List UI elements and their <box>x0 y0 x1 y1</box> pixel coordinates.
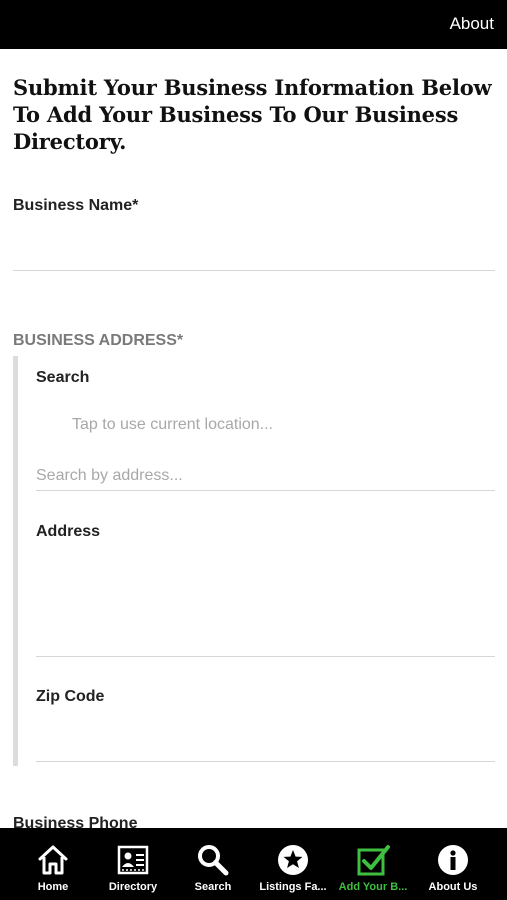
address-label: Address <box>36 523 101 540</box>
search-label: Search <box>36 369 90 386</box>
zip-code-label: Zip Code <box>36 688 105 705</box>
tab-add-your-business[interactable]: Add Your B... <box>333 828 413 900</box>
page-title: Submit Your Business Information Below T… <box>13 75 492 154</box>
form-scroll-area[interactable]: Submit Your Business Information Below T… <box>0 49 507 828</box>
search-icon <box>198 845 229 876</box>
business-address-section-title: BUSINESS ADDRESS* <box>13 332 184 349</box>
search-address-underline <box>36 490 495 491</box>
tab-directory-label: Directory <box>108 881 158 893</box>
checkbox-icon <box>357 845 390 876</box>
tab-about-us-label: About Us <box>428 881 478 893</box>
address-input[interactable] <box>36 545 495 655</box>
bottom-tab-bar: Home Directory Search Listings Fa... Add… <box>0 828 507 900</box>
tab-home-label: Home <box>37 881 69 893</box>
zip-code-underline <box>36 761 495 762</box>
tab-search[interactable]: Search <box>173 828 253 900</box>
business-phone-label: Business Phone <box>13 815 138 828</box>
business-name-label: Business Name* <box>13 197 139 214</box>
tab-add-your-business-label: Add Your B... <box>338 881 408 893</box>
tab-search-label: Search <box>194 881 232 893</box>
tab-directory[interactable]: Directory <box>93 828 173 900</box>
address-section-bar <box>13 356 18 766</box>
business-name-underline <box>13 270 495 271</box>
about-link[interactable]: About <box>450 14 494 34</box>
top-nav-bar: About <box>0 0 507 49</box>
zip-code-input[interactable] <box>36 711 495 761</box>
business-name-input[interactable] <box>13 219 495 269</box>
address-underline <box>36 656 495 657</box>
tab-listings-favorites[interactable]: Listings Fa... <box>253 828 333 900</box>
home-icon <box>38 845 68 875</box>
tab-home[interactable]: Home <box>13 828 93 900</box>
directory-icon <box>117 845 149 875</box>
search-address-input[interactable]: Search by address... <box>36 467 183 485</box>
tab-listings-favorites-label: Listings Fa... <box>259 881 327 893</box>
info-icon <box>438 845 468 875</box>
tab-about-us[interactable]: About Us <box>413 828 493 900</box>
star-icon <box>278 845 308 875</box>
current-location-button[interactable]: Tap to use current location... <box>72 416 273 434</box>
